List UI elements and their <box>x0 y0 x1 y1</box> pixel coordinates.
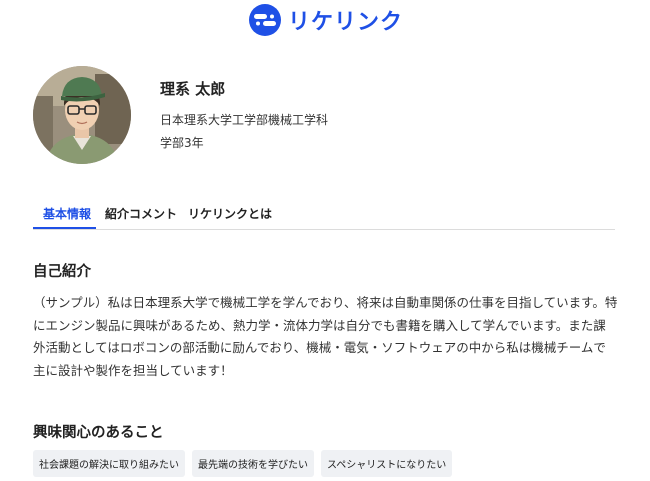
profile-name: 理系 太郎 <box>160 80 226 98</box>
self-intro-body: （サンプル）私は日本理系大学で機械工学を学んでおり、将来は自動車関係の仕事を目指… <box>33 295 618 378</box>
tab-about-rikelink[interactable]: リケリンクとは <box>188 205 272 222</box>
avatar <box>33 66 131 164</box>
profile-university: 日本理系大学工学部機械工学科 <box>160 113 329 127</box>
profile-year: 学部3年 <box>160 136 204 150</box>
self-intro-title: 自己紹介 <box>33 264 91 280</box>
tab-basic-info[interactable]: 基本情報 <box>43 205 91 222</box>
avatar-illustration-icon <box>33 66 131 164</box>
interest-tags: 社会課題の解決に取り組みたい 最先端の技術を学びたい スペシャリストになりたい <box>33 450 453 477</box>
interest-tag: 最先端の技術を学びたい <box>192 450 314 477</box>
interest-tag: 社会課題の解決に取り組みたい <box>33 450 185 477</box>
profile-card: 理系 太郎 日本理系大学工学部機械工学科 学部3年 <box>33 66 633 166</box>
logo-mark-icon <box>249 4 281 36</box>
logo[interactable]: リケリンク <box>248 3 403 37</box>
active-tab-indicator <box>33 227 96 229</box>
logo-text: リケリンク <box>288 10 404 35</box>
app-header: リケリンク <box>0 0 650 44</box>
interest-tag: スペシャリストになりたい <box>321 450 453 477</box>
tab-recommendation-comment[interactable]: 紹介コメント <box>105 205 177 222</box>
interests-title: 興味関心のあること <box>33 425 164 441</box>
profile-tabs: 基本情報 紹介コメント リケリンクとは <box>33 197 615 230</box>
